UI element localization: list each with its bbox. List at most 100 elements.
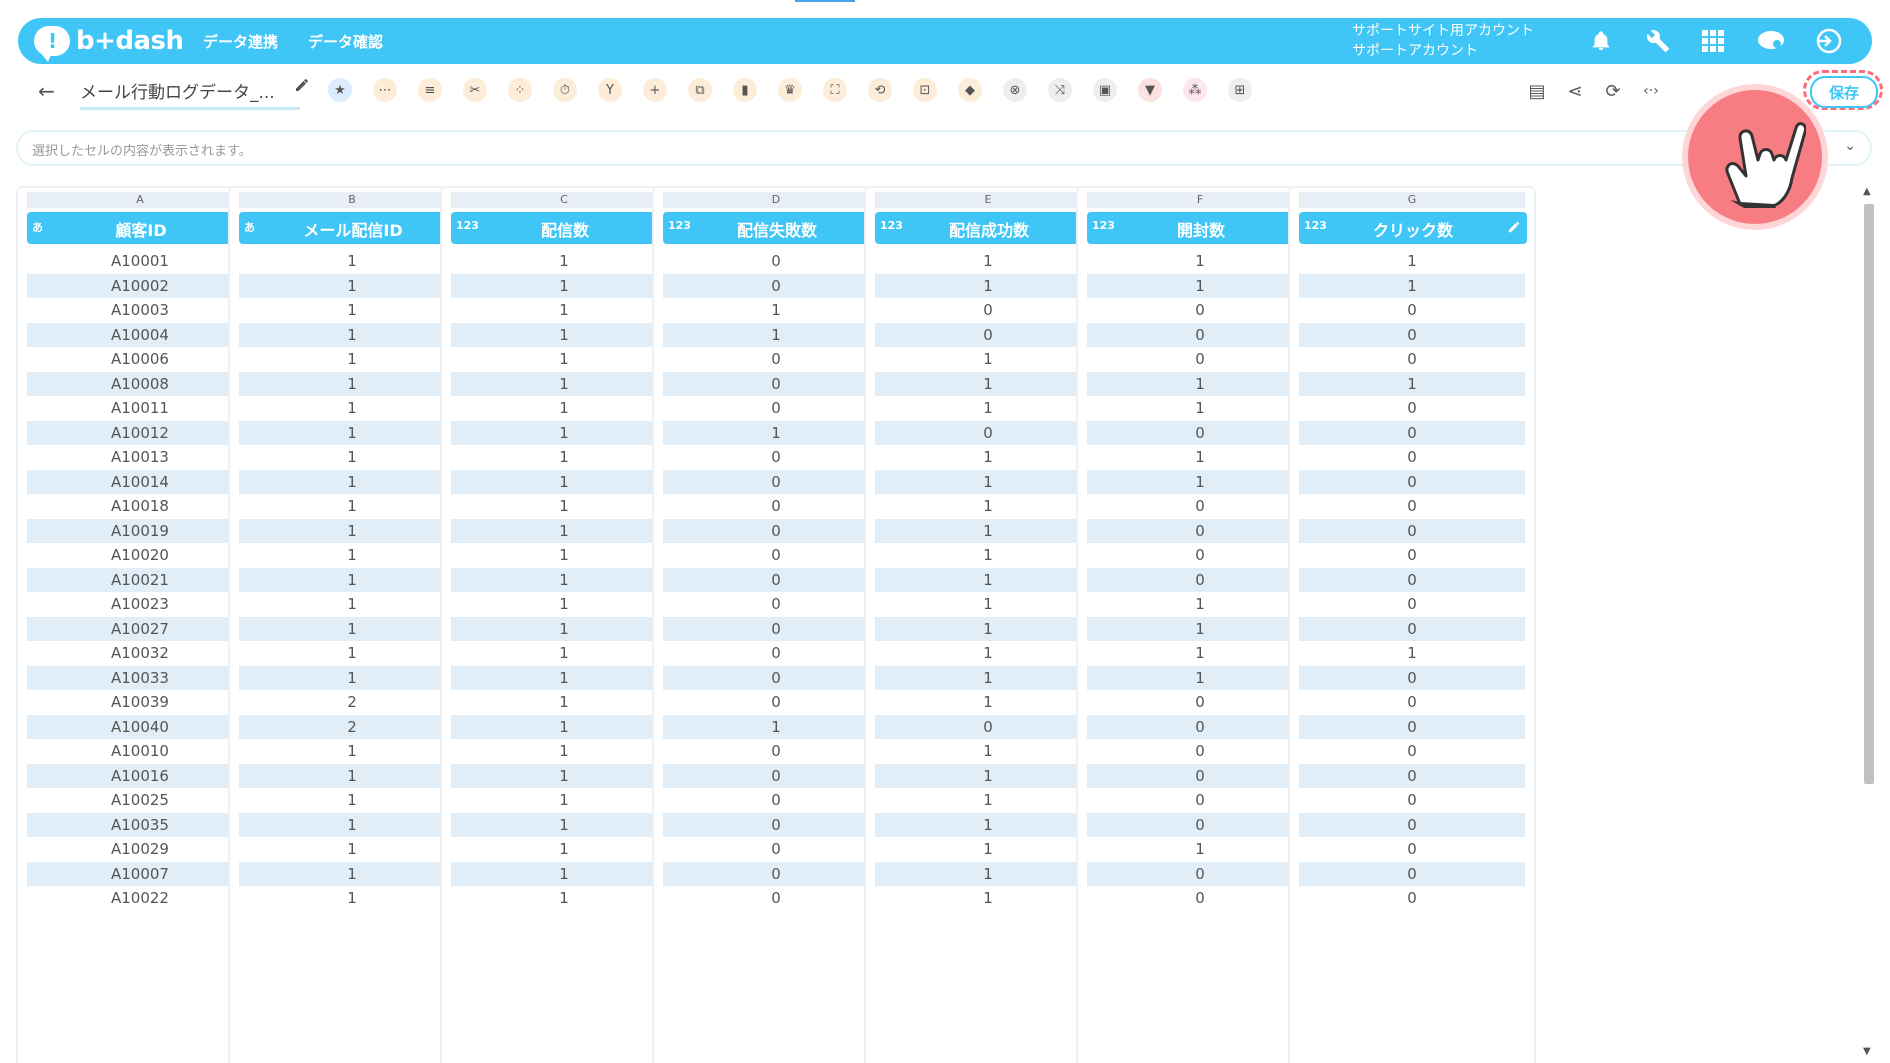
column-header[interactable]: 123 クリック数 bbox=[1299, 212, 1527, 244]
table-cell[interactable]: 0 bbox=[1299, 837, 1525, 861]
table-cell[interactable]: 0 bbox=[1299, 592, 1525, 616]
table-cell[interactable]: 0 bbox=[1299, 665, 1525, 690]
table-cell[interactable]: 1 bbox=[1087, 665, 1313, 690]
table-cell[interactable]: 0 bbox=[1299, 445, 1525, 469]
table-cell[interactable]: A10001 bbox=[27, 249, 253, 273]
edit-column-icon[interactable] bbox=[1507, 219, 1521, 238]
sheet-title[interactable]: メール行動ログデータ_... bbox=[80, 78, 300, 110]
shuffle-icon[interactable]: ⤨ bbox=[1048, 78, 1072, 102]
table-cell[interactable]: 0 bbox=[1299, 886, 1525, 910]
table-cell[interactable]: 0 bbox=[663, 739, 889, 763]
table-cell[interactable]: A10011 bbox=[27, 396, 253, 420]
timer-icon[interactable]: ⏱ bbox=[553, 78, 577, 102]
code-icon[interactable]: ‹·› bbox=[1638, 78, 1664, 104]
table-cell[interactable]: 0 bbox=[663, 445, 889, 469]
table-cell[interactable]: 0 bbox=[663, 273, 889, 298]
table-cell[interactable]: 1 bbox=[451, 543, 677, 567]
table-cell[interactable]: 1 bbox=[1087, 396, 1313, 420]
table-cell[interactable]: A10022 bbox=[27, 886, 253, 910]
table-cell[interactable]: 0 bbox=[663, 665, 889, 690]
table-cell[interactable]: 0 bbox=[663, 837, 889, 861]
logo[interactable]: ! b+dash bbox=[34, 24, 184, 62]
table-cell[interactable]: 1 bbox=[239, 371, 465, 396]
table-cell[interactable]: 0 bbox=[1299, 788, 1525, 812]
star-icon[interactable]: ★ bbox=[328, 78, 352, 102]
table-cell[interactable]: 1 bbox=[875, 494, 1101, 518]
table-cell[interactable]: 0 bbox=[1299, 714, 1525, 739]
table-cell[interactable]: 1 bbox=[239, 861, 465, 886]
table-cell[interactable]: 1 bbox=[239, 249, 465, 273]
table-cell[interactable]: A10029 bbox=[27, 837, 253, 861]
table-cell[interactable]: A10019 bbox=[27, 518, 253, 543]
bell-icon[interactable] bbox=[1586, 26, 1616, 56]
table-cell[interactable]: 1 bbox=[875, 396, 1101, 420]
table-cell[interactable]: 1 bbox=[451, 322, 677, 347]
scroll-up-arrow[interactable]: ▲ bbox=[1863, 186, 1871, 197]
lock-icon[interactable]: ⊡ bbox=[913, 78, 937, 102]
table-cell[interactable]: 1 bbox=[451, 371, 677, 396]
table-cell[interactable]: 1 bbox=[1299, 371, 1525, 396]
table-cell[interactable]: A10014 bbox=[27, 469, 253, 494]
table-cell[interactable]: 1 bbox=[875, 543, 1101, 567]
table-cell[interactable]: 0 bbox=[1087, 420, 1313, 445]
table-cell[interactable]: 0 bbox=[663, 592, 889, 616]
table-cell[interactable]: 0 bbox=[1087, 886, 1313, 910]
table-cell[interactable]: A10032 bbox=[27, 641, 253, 665]
table-cell[interactable]: 0 bbox=[1299, 690, 1525, 714]
table-cell[interactable]: 1 bbox=[875, 763, 1101, 788]
table-cell[interactable]: 0 bbox=[1299, 298, 1525, 322]
table-cell[interactable]: A10033 bbox=[27, 665, 253, 690]
table-cell[interactable]: 1 bbox=[451, 665, 677, 690]
table-cell[interactable]: 0 bbox=[663, 371, 889, 396]
table-cell[interactable]: 0 bbox=[1299, 812, 1525, 837]
table-cell[interactable]: 1 bbox=[1087, 837, 1313, 861]
trash-icon[interactable]: ▮ bbox=[733, 78, 757, 102]
table-cell[interactable]: A10010 bbox=[27, 739, 253, 763]
table-cell[interactable]: 1 bbox=[239, 616, 465, 641]
table-cell[interactable]: 0 bbox=[1087, 714, 1313, 739]
table-cell[interactable]: 1 bbox=[239, 763, 465, 788]
copy-icon[interactable]: ⧉ bbox=[688, 78, 712, 102]
table-cell[interactable]: 0 bbox=[1087, 788, 1313, 812]
table-cell[interactable]: 1 bbox=[451, 788, 677, 812]
table-cell[interactable]: 1 bbox=[239, 494, 465, 518]
table-cell[interactable]: 1 bbox=[239, 567, 465, 592]
table-cell[interactable]: 1 bbox=[239, 420, 465, 445]
table-cell[interactable]: 1 bbox=[1087, 592, 1313, 616]
table-cell[interactable]: 1 bbox=[451, 837, 677, 861]
table-cell[interactable]: 0 bbox=[1087, 690, 1313, 714]
table-cell[interactable]: 0 bbox=[663, 494, 889, 518]
account-info[interactable]: サポートサイト用アカウント サポートアカウント bbox=[1352, 21, 1534, 61]
table-cell[interactable]: 1 bbox=[451, 273, 677, 298]
table-cell[interactable]: 1 bbox=[239, 665, 465, 690]
logout-icon[interactable] bbox=[1813, 26, 1843, 56]
table-cell[interactable]: 1 bbox=[239, 298, 465, 322]
refresh-icon[interactable]: ⟳ bbox=[1600, 78, 1626, 104]
table-cell[interactable]: 1 bbox=[1299, 249, 1525, 273]
table-cell[interactable]: A10003 bbox=[27, 298, 253, 322]
table-cell[interactable]: A10013 bbox=[27, 445, 253, 469]
table-cell[interactable]: 0 bbox=[1087, 567, 1313, 592]
table-cell[interactable]: 1 bbox=[451, 739, 677, 763]
column-letter[interactable]: E bbox=[875, 192, 1101, 208]
table-cell[interactable]: 0 bbox=[1087, 543, 1313, 567]
table-cell[interactable]: 2 bbox=[239, 714, 465, 739]
group-icon[interactable]: ⁂ bbox=[1183, 78, 1207, 102]
table-cell[interactable]: 0 bbox=[663, 396, 889, 420]
table-cell[interactable]: 1 bbox=[875, 469, 1101, 494]
column-letter[interactable]: G bbox=[1299, 192, 1525, 208]
table-cell[interactable]: 0 bbox=[1087, 347, 1313, 371]
column-header[interactable]: 123 配信数 bbox=[451, 212, 679, 244]
table-cell[interactable]: 1 bbox=[239, 518, 465, 543]
filter-icon[interactable]: ▼ bbox=[1138, 78, 1162, 102]
expand-icon[interactable]: ⛶ bbox=[823, 78, 847, 102]
table-cell[interactable]: 1 bbox=[663, 298, 889, 322]
table-cell[interactable]: 1 bbox=[451, 298, 677, 322]
table-cell[interactable]: A10007 bbox=[27, 861, 253, 886]
table-cell[interactable]: 1 bbox=[875, 518, 1101, 543]
table-cell[interactable]: 1 bbox=[875, 445, 1101, 469]
table-cell[interactable]: 0 bbox=[1299, 763, 1525, 788]
table-cell[interactable]: 1 bbox=[451, 763, 677, 788]
table-cell[interactable]: 1 bbox=[875, 567, 1101, 592]
table-cell[interactable]: 1 bbox=[239, 322, 465, 347]
